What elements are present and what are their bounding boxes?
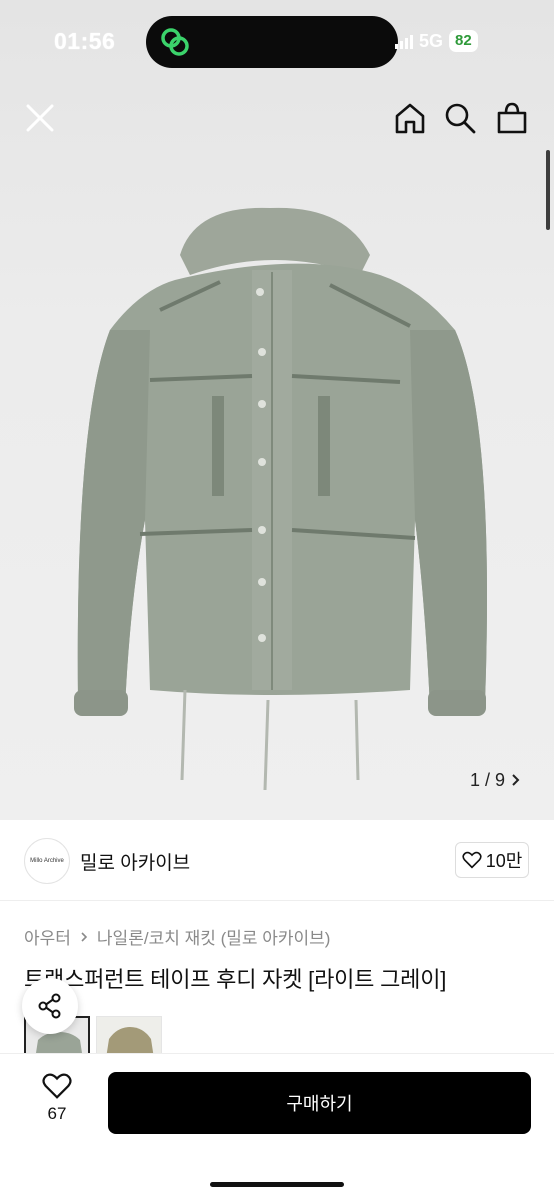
seller-logo-text: Millo Archive: [30, 858, 64, 864]
home-button[interactable]: [390, 98, 430, 138]
dynamic-island: [146, 16, 398, 68]
heart-icon: [462, 851, 482, 869]
product-title: 트랜스퍼런트 테이프 후디 자켓 [라이트 그레이]: [24, 967, 447, 992]
search-button[interactable]: [440, 98, 480, 138]
close-button[interactable]: [20, 98, 60, 138]
chevron-right-icon: [81, 931, 88, 942]
share-button[interactable]: [22, 978, 78, 1034]
status-indicators: 5G 82: [395, 28, 478, 54]
wishlist-button[interactable]: 67: [30, 1072, 84, 1132]
seller-like-count: 10만: [485, 851, 523, 871]
heart-icon: [42, 1073, 72, 1099]
network-type: 5G: [419, 30, 444, 51]
seller-row[interactable]: Millo Archive 밀로 아카이브 10만: [0, 822, 554, 901]
image-counter[interactable]: 1 / 9: [458, 764, 533, 796]
shopping-bag-button[interactable]: [492, 98, 532, 138]
breadcrumb-item-category[interactable]: 나일론/코치 재킷 (밀로 아카이브): [97, 924, 331, 949]
home-indicator: [210, 1182, 344, 1187]
breadcrumb-item-outer[interactable]: 아우터: [24, 924, 71, 949]
image-counter-text: 1 / 9: [470, 769, 506, 790]
scrollbar[interactable]: [546, 150, 550, 230]
battery-level: 82: [449, 30, 478, 52]
wishlist-count: 67: [47, 1104, 67, 1123]
shopping-bag-icon: [497, 102, 527, 134]
seller-logo[interactable]: Millo Archive: [24, 838, 70, 884]
seller-name[interactable]: 밀로 아카이브: [80, 848, 190, 875]
signal-icon: [395, 33, 413, 49]
breadcrumb: 아우터 나일론/코치 재킷 (밀로 아카이브): [24, 924, 330, 949]
search-icon: [445, 103, 476, 134]
seller-like-button[interactable]: 10만: [455, 842, 529, 878]
chevron-right-icon: [512, 774, 520, 786]
status-time: 01:56: [54, 28, 116, 54]
buy-button[interactable]: 구매하기: [108, 1072, 531, 1134]
home-icon: [395, 103, 425, 134]
share-icon: [38, 993, 61, 1019]
link-icon: [161, 28, 189, 56]
close-icon: [26, 104, 54, 132]
